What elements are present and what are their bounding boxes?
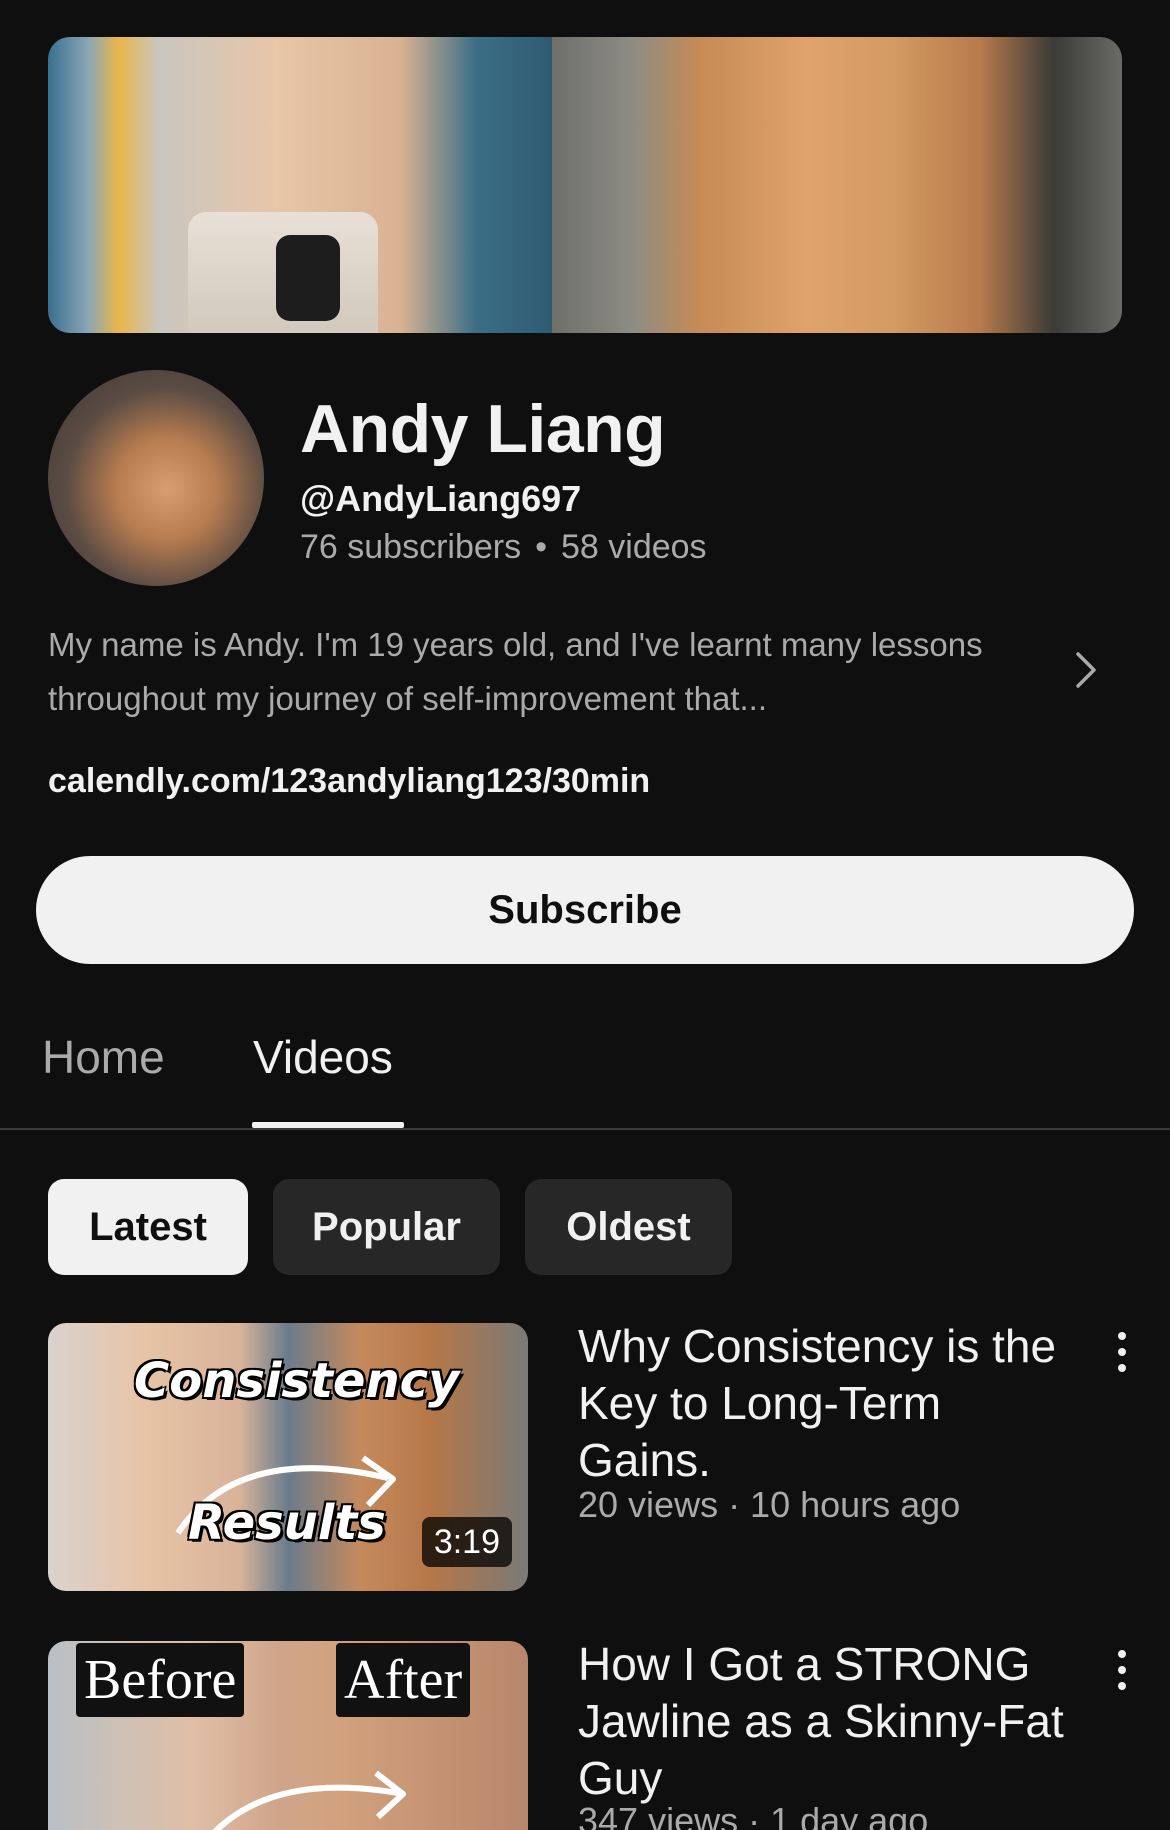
tab-videos[interactable]: Videos (253, 1030, 393, 1084)
channel-avatar[interactable] (48, 370, 264, 586)
thumbnail-label-before: Before (76, 1643, 245, 1717)
thumbnail-label-after: After (336, 1643, 471, 1717)
arrow-graphic (212, 1770, 406, 1830)
more-vert-icon[interactable] (1108, 1332, 1136, 1376)
channel-page: Andy Liang @AndyLiang697 76 subscribers •… (0, 0, 1170, 1830)
video-title[interactable]: Why Consistency is the Key to Long-Term … (578, 1318, 1078, 1489)
tab-home[interactable]: Home (42, 1030, 165, 1084)
channel-link[interactable]: calendly.com/123andyliang123/30min (48, 762, 650, 801)
subscribe-button[interactable]: Subscribe (36, 856, 1134, 964)
tabs-divider (0, 1128, 1170, 1130)
video-thumbnail[interactable]: Consistency Results 3:19 (48, 1323, 528, 1591)
chevron-right-icon[interactable] (1070, 648, 1102, 692)
channel-tabs: Home Videos (0, 1020, 1170, 1130)
subscriber-count: 76 subscribers (300, 528, 522, 566)
thumbnail-text: Consistency (134, 1353, 460, 1409)
video-meta: 20 views · 10 hours ago (578, 1484, 961, 1525)
channel-description[interactable]: My name is Andy. I'm 19 years old, and I… (48, 618, 1048, 726)
video-count: 58 videos (561, 528, 707, 566)
video-title[interactable]: How I Got a STRONG Jawline as a Skinny-F… (578, 1636, 1078, 1807)
stats-separator: • (535, 528, 548, 566)
channel-banner (48, 37, 1122, 333)
channel-stats: 76 subscribers • 58 videos (300, 528, 707, 567)
filter-chip-oldest[interactable]: Oldest (525, 1179, 732, 1275)
thumbnail-text: Results (188, 1495, 386, 1551)
filter-chip-latest[interactable]: Latest (48, 1179, 248, 1275)
filter-chip-popular[interactable]: Popular (273, 1179, 500, 1275)
channel-handle: @AndyLiang697 (300, 478, 582, 519)
banner-right-image (552, 37, 1122, 333)
video-meta: 347 views · 1 day ago (578, 1800, 929, 1830)
banner-camera-shape (276, 235, 340, 321)
more-vert-icon[interactable] (1108, 1650, 1136, 1694)
banner-left-image (48, 37, 552, 333)
video-thumbnail[interactable]: Before After (48, 1641, 528, 1830)
video-duration: 3:19 (421, 1517, 512, 1567)
channel-name: Andy Liang (300, 391, 666, 467)
